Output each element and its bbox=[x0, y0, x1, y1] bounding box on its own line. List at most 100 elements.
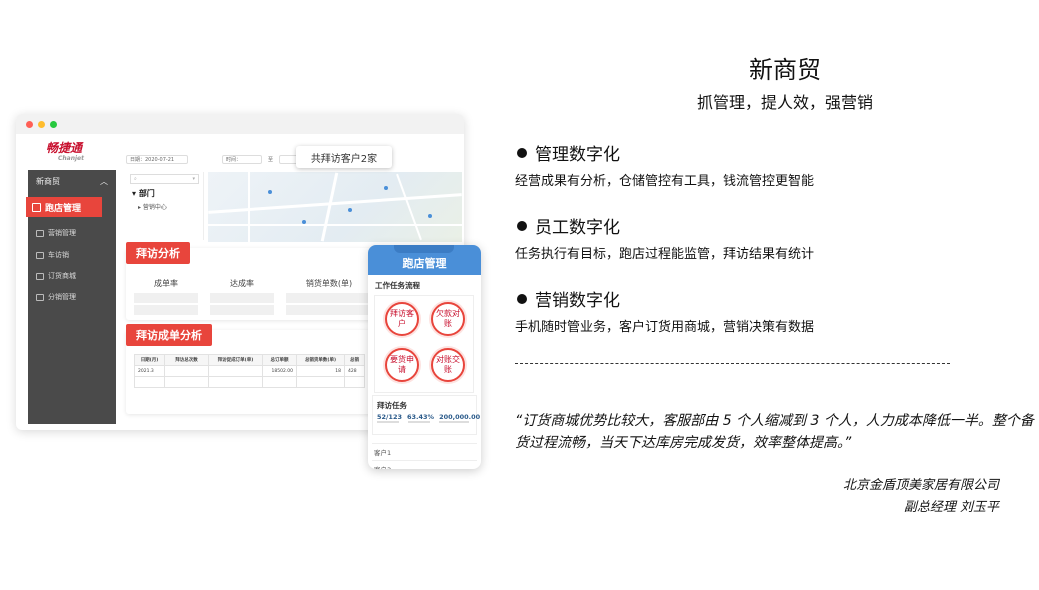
order-analysis-panel: 拜访成单分析 日期(月) 拜访总次数 拜访促成订单(单) 总订单额 总销货单数(… bbox=[126, 324, 384, 414]
tree-root[interactable]: ▾ 部门 bbox=[126, 186, 203, 201]
column-header[interactable]: 拜访促成订单(单) bbox=[208, 354, 263, 366]
quote-person: 副总经理 刘玉平 bbox=[903, 500, 999, 515]
feature-heading: 员工数字化 bbox=[535, 218, 620, 238]
column-header[interactable]: 总订单额 bbox=[262, 354, 297, 366]
sidebar-item-van-sales[interactable]: 车访销 bbox=[36, 250, 69, 260]
cart-icon bbox=[36, 272, 44, 280]
filter-icon[interactable]: ▾ bbox=[192, 176, 195, 182]
feature-management: 管理数字化 经营成果有分析，仓储管控有工具，钱流管控更智能 bbox=[515, 140, 1015, 189]
quote-company: 北京金盾顶美家居有限公司 bbox=[842, 478, 999, 493]
stat-close-rate: 成单率 bbox=[134, 278, 198, 315]
customer-quote: “订货商城优势比较大，客服部由 5 个人缩减到 3 个人，人力成本降低一半。整个… bbox=[515, 413, 1034, 451]
tree-search-input[interactable]: ⌕ ▾ bbox=[130, 174, 199, 184]
work-flow: 拜访客户 欠款对账 要货申请 对账交账 bbox=[374, 295, 474, 393]
map-pin-icon[interactable] bbox=[348, 208, 352, 212]
task-sublabels bbox=[373, 421, 476, 423]
feature-heading: 管理数字化 bbox=[535, 145, 620, 165]
list-item[interactable]: 客户3 bbox=[372, 460, 477, 469]
sidebar-item-marketing[interactable]: 营销管理 bbox=[36, 228, 76, 238]
visit-analysis-panel: 拜访分析 成单率 达成率 销货单数(单) bbox=[126, 242, 384, 320]
sidebar-item-label: 跑店管理 bbox=[45, 203, 82, 214]
feature-description: 手机随时管业务，客户订货用商城，营销决策有数据 bbox=[515, 320, 815, 335]
map-pin-icon[interactable] bbox=[268, 190, 272, 194]
stat-achievement-rate: 达成率 bbox=[210, 278, 274, 315]
flow-step-visit-customer[interactable]: 拜访客户 bbox=[385, 302, 419, 336]
maximize-dot-icon[interactable] bbox=[50, 120, 57, 128]
flow-step-debt-reconcile[interactable]: 欠款对账 bbox=[431, 302, 465, 336]
visit-stats: 成单率 达成率 销货单数(单) bbox=[134, 278, 372, 315]
table-cell: 18 bbox=[296, 365, 345, 377]
map-pin-icon[interactable] bbox=[428, 214, 432, 218]
table-header-row: 日期(月) 拜访总次数 拜访促成订单(单) 总订单额 总销货单数(单) 总销 bbox=[134, 354, 365, 366]
nav-header-label: 新商贸 bbox=[36, 177, 60, 186]
chart-icon bbox=[36, 229, 44, 237]
sidebar-nav: 新商贸 ︿ 跑店管理 营销管理 车访销 订货商城 分销管理 bbox=[26, 170, 116, 424]
column-header[interactable]: 日期(月) bbox=[134, 354, 165, 366]
filter-bar: 日期：2020-07-21 时间： 至 bbox=[126, 150, 462, 168]
sidebar-item-label: 车访销 bbox=[48, 251, 69, 259]
table-cell: 2021.3 bbox=[134, 365, 165, 377]
list-item[interactable]: 客户1 bbox=[372, 443, 477, 460]
column-header[interactable]: 总销货单数(单) bbox=[296, 354, 345, 366]
feature-description: 任务执行有目标，跑店过程能监管，拜访结果有统计 bbox=[515, 247, 815, 262]
task-value: 52/123 bbox=[377, 413, 402, 421]
table-cell bbox=[208, 365, 263, 377]
flow-title: 工作任务流程 bbox=[375, 281, 420, 290]
bullet-icon bbox=[517, 293, 527, 304]
map-pin-icon[interactable] bbox=[384, 186, 388, 190]
table-row[interactable] bbox=[134, 376, 365, 388]
stat-label: 达成率 bbox=[230, 279, 254, 288]
task-values: 52/123 63.43% 200,000.00 bbox=[373, 411, 480, 421]
sidebar-item-label: 营销管理 bbox=[48, 229, 76, 237]
task-title: 拜访任务 bbox=[377, 401, 407, 410]
search-icon: ⌕ bbox=[134, 176, 137, 182]
phone-notch bbox=[394, 245, 454, 253]
sidebar-item-active[interactable]: 跑店管理 bbox=[26, 197, 102, 217]
table-row[interactable]: 2021.3 18502.00 18 428 bbox=[134, 365, 365, 377]
task-value: 63.43% bbox=[407, 413, 435, 421]
date-filter[interactable]: 日期：2020-07-21 bbox=[126, 154, 188, 164]
phone-mockup: 跑店管理 工作任务流程 拜访客户 欠款对账 要货申请 对账交账 拜访任务 52/… bbox=[368, 245, 481, 469]
stat-sales-orders: 销货单数(单) bbox=[286, 278, 372, 315]
tree-child[interactable]: ▸ 营销中心 bbox=[126, 201, 203, 212]
share-icon bbox=[36, 293, 44, 301]
time-from-filter[interactable]: 时间： bbox=[222, 154, 262, 164]
flow-step-settle-account[interactable]: 对账交账 bbox=[431, 348, 465, 382]
bullet-icon bbox=[517, 220, 527, 231]
sidebar-item-distribution[interactable]: 分销管理 bbox=[36, 292, 76, 302]
column-header[interactable]: 总销 bbox=[344, 354, 365, 366]
table-cell bbox=[164, 365, 209, 377]
tree-root-label: 部门 bbox=[138, 189, 155, 198]
truck-icon bbox=[36, 251, 44, 259]
brand-sub: Chanjet bbox=[58, 155, 84, 162]
visit-analysis-title: 拜访分析 bbox=[126, 242, 190, 264]
dashed-divider bbox=[515, 363, 950, 364]
minimize-dot-icon[interactable] bbox=[38, 120, 45, 128]
visit-count-badge: 共拜访客户2家 bbox=[296, 146, 392, 168]
flow-step-goods-request[interactable]: 要货申请 bbox=[385, 348, 419, 382]
nav-header[interactable]: 新商贸 ︿ bbox=[28, 170, 116, 192]
map-view[interactable] bbox=[208, 172, 462, 242]
column-header[interactable]: 拜访总次数 bbox=[164, 354, 209, 366]
feature-marketing: 营销数字化 手机随时管业务，客户订货用商城，营销决策有数据 bbox=[515, 286, 1015, 335]
sidebar-item-label: 分销管理 bbox=[48, 293, 76, 301]
bullet-icon bbox=[517, 147, 527, 158]
browser-titlebar bbox=[16, 114, 464, 134]
feature-description: 经营成果有分析，仓储管控有工具，钱流管控更智能 bbox=[515, 174, 815, 189]
task-value: 200,000.00 bbox=[439, 413, 481, 421]
visit-task-card[interactable]: 拜访任务 52/123 63.43% 200,000.00 bbox=[372, 395, 480, 435]
page-title: 新商贸 bbox=[749, 56, 821, 84]
feature-heading: 营销数字化 bbox=[535, 291, 620, 311]
sidebar-item-order-mall[interactable]: 订货商城 bbox=[36, 271, 76, 281]
feature-staff: 员工数字化 任务执行有目标，跑店过程能监管，拜访结果有统计 bbox=[515, 213, 1015, 262]
tree-child-label: 营销中心 bbox=[142, 204, 167, 211]
store-icon bbox=[32, 202, 41, 212]
map-pin-icon[interactable] bbox=[302, 220, 306, 224]
stat-label: 成单率 bbox=[154, 279, 178, 288]
table-cell: 428 bbox=[344, 365, 365, 377]
close-dot-icon[interactable] bbox=[26, 120, 33, 128]
chevron-up-icon: ︿ bbox=[100, 177, 108, 186]
department-tree: ⌕ ▾ ▾ 部门 ▸ 营销中心 bbox=[126, 172, 204, 240]
page-subtitle: 抓管理，提人效，强营销 bbox=[696, 93, 873, 112]
brand-name: 畅捷通 bbox=[46, 141, 83, 155]
